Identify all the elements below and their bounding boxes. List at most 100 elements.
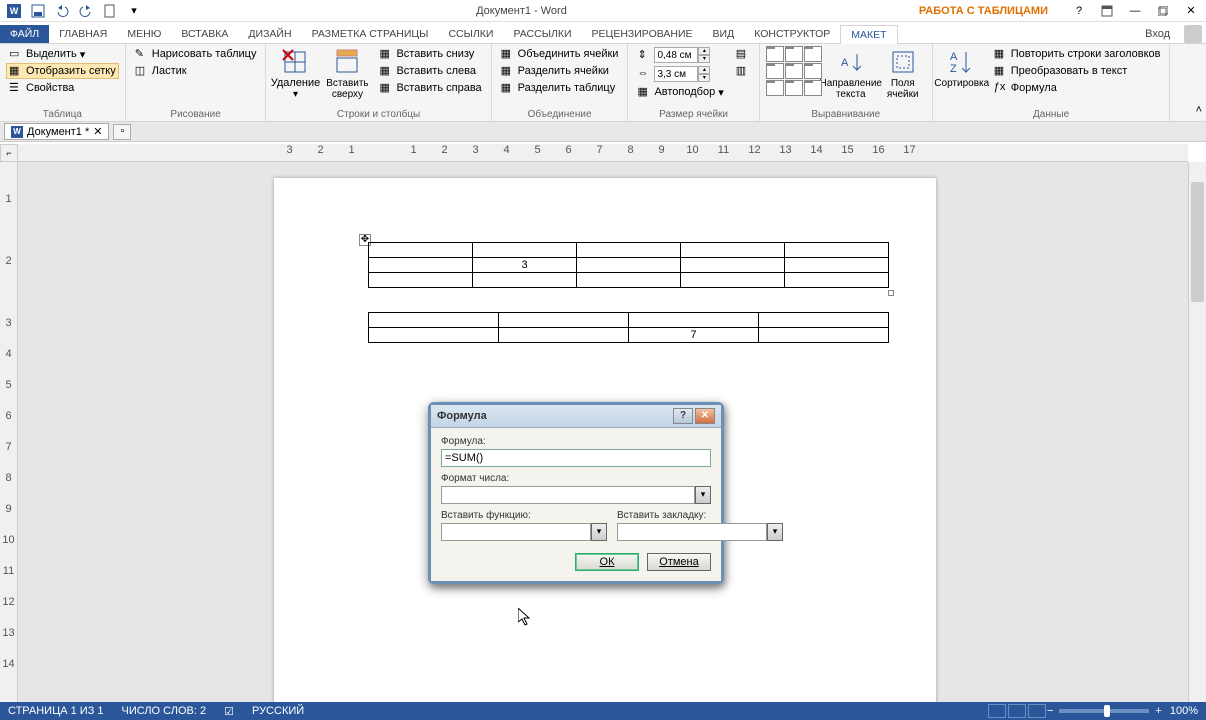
table-2[interactable]: 7	[368, 312, 889, 343]
draw-table-button[interactable]: ✎Нарисовать таблицу	[132, 46, 260, 62]
align-mc[interactable]	[785, 63, 803, 79]
close-icon[interactable]: ✕	[1180, 2, 1202, 20]
ruler-corner[interactable]: ⌐	[0, 144, 18, 162]
number-format-dropdown-icon[interactable]: ▾	[695, 486, 711, 504]
proofing-icon[interactable]: ☑	[224, 705, 234, 718]
ok-button[interactable]: ОК	[575, 553, 639, 571]
formula-input[interactable]	[441, 449, 711, 467]
tab-design[interactable]: ДИЗАЙН	[238, 25, 301, 43]
properties-button[interactable]: ☰Свойства	[6, 80, 119, 96]
insert-right-button[interactable]: ▦Вставить справа	[376, 80, 484, 96]
cancel-button[interactable]: Отмена	[647, 553, 711, 571]
qat-more-icon[interactable]: ▾	[124, 1, 144, 21]
distribute-cols-button[interactable]: ▥	[733, 63, 753, 79]
split-cells-button[interactable]: ▦Разделить ячейки	[498, 63, 622, 79]
split-table-button[interactable]: ▦Разделить таблицу	[498, 80, 622, 96]
dialog-titlebar[interactable]: Формула ? ✕	[431, 405, 721, 428]
undo-icon[interactable]	[52, 1, 72, 21]
convert-to-text-button[interactable]: ▦Преобразовать в текст	[991, 63, 1164, 79]
tab-table-layout[interactable]: МАКЕТ	[840, 25, 897, 44]
table-cell[interactable]: 7	[629, 328, 759, 343]
zoom-slider[interactable]	[1059, 709, 1149, 713]
table-resize-handle-icon[interactable]	[888, 290, 894, 296]
zoom-out-button[interactable]: −	[1047, 705, 1053, 717]
number-format-input[interactable]	[441, 486, 695, 504]
tab-home[interactable]: ГЛАВНАЯ	[49, 25, 117, 43]
language-status[interactable]: РУССКИЙ	[252, 705, 304, 717]
pencil-icon: ✎	[135, 47, 149, 61]
tab-mailings[interactable]: РАССЫЛКИ	[503, 25, 581, 43]
print-layout-icon[interactable]	[1008, 704, 1026, 718]
signin-link[interactable]: Вход	[1135, 25, 1180, 43]
tab-view[interactable]: ВИД	[703, 25, 745, 43]
tab-page-layout[interactable]: РАЗМЕТКА СТРАНИЦЫ	[302, 25, 439, 43]
insert-left-button[interactable]: ▦Вставить слева	[376, 63, 484, 79]
width-up[interactable]: ▴	[698, 66, 710, 74]
col-width-input[interactable]	[654, 66, 698, 82]
insert-bookmark-input[interactable]	[617, 523, 767, 541]
maximize-icon[interactable]	[1152, 2, 1174, 20]
document-tab[interactable]: W Документ1 * ✕	[4, 123, 109, 140]
align-bl[interactable]	[766, 80, 784, 96]
redo-icon[interactable]	[76, 1, 96, 21]
web-layout-icon[interactable]	[1028, 704, 1046, 718]
insert-bookmark-dropdown-icon[interactable]: ▾	[767, 523, 783, 541]
tab-menu[interactable]: Меню	[117, 25, 171, 43]
insert-function-dropdown-icon[interactable]: ▾	[591, 523, 607, 541]
text-direction-button[interactable]: A Направление текста	[828, 46, 874, 100]
tab-review[interactable]: РЕЦЕНЗИРОВАНИЕ	[582, 25, 703, 43]
align-bc[interactable]	[785, 80, 803, 96]
word-count[interactable]: ЧИСЛО СЛОВ: 2	[122, 705, 207, 717]
cell-margins-button[interactable]: Поля ячейки	[880, 46, 926, 100]
delete-button[interactable]: Удаление▾	[272, 46, 318, 100]
align-mr[interactable]	[804, 63, 822, 79]
insert-above-button[interactable]: Вставить сверху	[324, 46, 370, 100]
zoom-level[interactable]: 100%	[1170, 705, 1198, 717]
insert-below-button[interactable]: ▦Вставить снизу	[376, 46, 484, 62]
dialog-help-icon[interactable]: ?	[673, 408, 693, 424]
close-tab-icon[interactable]: ✕	[93, 125, 102, 138]
scrollbar-thumb[interactable]	[1191, 182, 1204, 302]
vertical-ruler[interactable]: 1234567891011121314	[0, 162, 18, 702]
align-ml[interactable]	[766, 63, 784, 79]
save-icon[interactable]	[28, 1, 48, 21]
repeat-headers-button[interactable]: ▦Повторить строки заголовков	[991, 46, 1164, 62]
collapse-ribbon-icon[interactable]: ˄	[1196, 104, 1202, 116]
tab-references[interactable]: ССЫЛКИ	[438, 25, 503, 43]
split-table-icon: ▦	[501, 81, 515, 95]
help-icon[interactable]: ?	[1068, 2, 1090, 20]
align-br[interactable]	[804, 80, 822, 96]
new-doc-icon[interactable]	[100, 1, 120, 21]
row-height-input[interactable]	[654, 47, 698, 63]
table-1[interactable]: 3	[368, 242, 889, 288]
new-tab-button[interactable]: ▫	[113, 124, 131, 140]
read-mode-icon[interactable]	[988, 704, 1006, 718]
align-tr[interactable]	[804, 46, 822, 62]
align-tc[interactable]	[785, 46, 803, 62]
eraser-button[interactable]: ◫Ластик	[132, 63, 260, 79]
minimize-icon[interactable]: —	[1124, 2, 1146, 20]
tab-constructor[interactable]: КОНСТРУКТОР	[744, 25, 840, 43]
table-cell[interactable]: 3	[473, 258, 577, 273]
page-status[interactable]: СТРАНИЦА 1 ИЗ 1	[8, 705, 104, 717]
merge-cells-button[interactable]: ▦Объединить ячейки	[498, 46, 622, 62]
width-down[interactable]: ▾	[698, 74, 710, 82]
show-grid-button[interactable]: ▦Отобразить сетку	[6, 63, 119, 79]
height-down[interactable]: ▾	[698, 55, 710, 63]
select-button[interactable]: ▭Выделить ▾	[6, 46, 119, 62]
dialog-close-icon[interactable]: ✕	[695, 408, 715, 424]
sort-button[interactable]: AZ Сортировка	[939, 46, 985, 89]
tab-file[interactable]: ФАЙЛ	[0, 25, 49, 43]
formula-button[interactable]: ƒxФормула	[991, 80, 1164, 96]
height-up[interactable]: ▴	[698, 47, 710, 55]
horizontal-ruler[interactable]: 3211234567891011121314151617	[18, 144, 1188, 162]
vertical-scrollbar[interactable]	[1188, 162, 1206, 702]
autofit-button[interactable]: ▦Автоподбор ▾	[634, 84, 726, 100]
tab-insert[interactable]: ВСТАВКА	[171, 25, 238, 43]
ribbon-options-icon[interactable]	[1096, 2, 1118, 20]
insert-function-input[interactable]	[441, 523, 591, 541]
zoom-in-button[interactable]: +	[1155, 705, 1161, 717]
distribute-rows-button[interactable]: ▤	[733, 46, 753, 62]
align-tl[interactable]	[766, 46, 784, 62]
user-avatar-icon[interactable]	[1184, 25, 1202, 43]
